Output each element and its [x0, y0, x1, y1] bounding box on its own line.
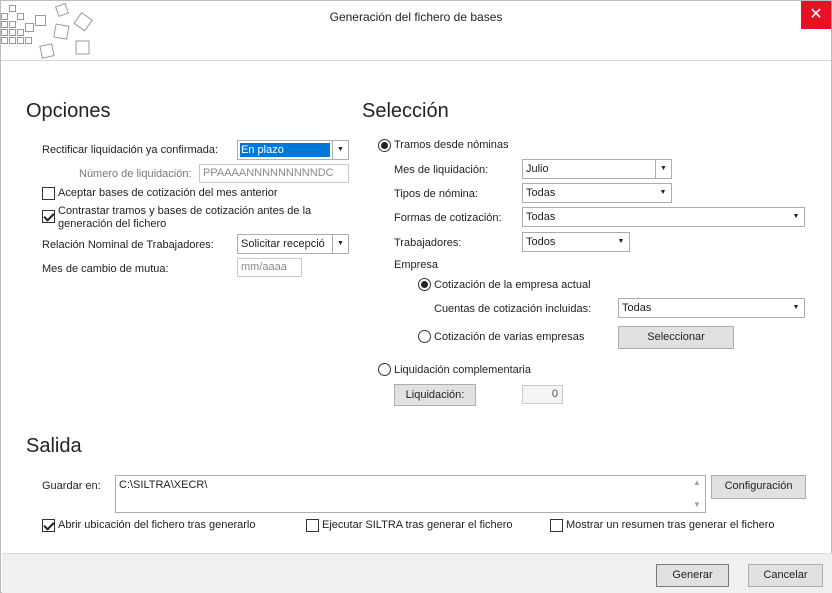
numero-liquidacion-placeholder: PPAAAANNNNNNNNNDC	[203, 167, 334, 179]
cotizacion-varias-label: Cotización de varias empresas	[434, 331, 585, 343]
chevron-down-icon: ▼	[659, 189, 667, 196]
seleccionar-button[interactable]: Seleccionar	[618, 326, 734, 349]
dialog-window: Generación del fichero de bases ✕ Opcion…	[0, 0, 832, 593]
opciones-heading: Opciones	[26, 100, 111, 122]
aceptar-bases-label: Aceptar bases de cotización del mes ante…	[58, 187, 278, 199]
complementaria-radio[interactable]	[378, 363, 391, 376]
guardar-en-label: Guardar en:	[42, 480, 101, 492]
mes-cambio-placeholder: mm/aaaa	[241, 261, 287, 273]
contrastar-label-line1: Contrastar tramos y bases de cotización …	[58, 205, 312, 217]
contrastar-label-line2: generación del fichero	[58, 218, 167, 230]
abrir-ubicacion-label: Abrir ubicación del fichero tras generar…	[58, 519, 256, 531]
numero-liquidacion-label: Número de liquidación:	[79, 168, 192, 180]
chevron-down-icon: ▼	[792, 213, 800, 220]
cancelar-button[interactable]: Cancelar	[748, 564, 823, 587]
cuentas-cotizacion-select[interactable]: Todas ▼	[618, 298, 805, 318]
liquidacion-button[interactable]: Liquidación:	[394, 384, 476, 406]
rectificar-select[interactable]: En plazo ▼	[237, 140, 349, 160]
cotizacion-actual-label: Cotización de la empresa actual	[434, 279, 591, 291]
cuentas-cotizacion-label: Cuentas de cotización incluidas:	[434, 303, 592, 315]
mes-cambio-mutua-input[interactable]: mm/aaaa	[237, 258, 302, 277]
cotizacion-actual-radio[interactable]	[418, 278, 431, 291]
formas-cotizacion-value: Todas	[526, 211, 556, 223]
rectificar-value: En plazo	[240, 143, 330, 157]
salida-heading: Salida	[26, 435, 82, 457]
liquidacion-number-input[interactable]: 0	[522, 385, 563, 404]
mes-cambio-mutua-label: Mes de cambio de mutua:	[42, 263, 169, 275]
cuentas-cotizacion-value: Todas	[622, 302, 652, 314]
tramos-radio[interactable]	[378, 139, 391, 152]
chevron-up-icon[interactable]: ▲	[689, 476, 705, 490]
dialog-footer: Generar Cancelar	[2, 553, 832, 593]
tipos-nomina-label: Tipos de nómina:	[394, 188, 478, 200]
relacion-nominal-label: Relación Nominal de Trabajadores:	[42, 239, 214, 251]
trabajadores-select[interactable]: Todos ▼	[522, 232, 630, 252]
window-title: Generación del fichero de bases	[329, 10, 503, 24]
mostrar-resumen-checkbox[interactable]	[550, 519, 563, 532]
chevron-down-icon: ▼	[332, 141, 348, 159]
chevron-down-icon: ▼	[332, 235, 348, 253]
mes-liquidacion-value: Julio	[526, 163, 549, 175]
numero-liquidacion-input[interactable]: PPAAAANNNNNNNNNDC	[199, 164, 349, 183]
tramos-label: Tramos desde nóminas	[394, 139, 509, 151]
close-icon: ✕	[809, 6, 823, 23]
mes-liquidacion-select[interactable]: Julio ▼	[522, 159, 672, 179]
chevron-down-icon: ▼	[792, 304, 800, 311]
title-bar: Generación del fichero de bases ✕	[1, 1, 831, 61]
formas-cotizacion-select[interactable]: Todas ▼	[522, 207, 805, 227]
generar-button[interactable]: Generar	[656, 564, 729, 587]
trabajadores-label: Trabajadores:	[394, 237, 462, 249]
complementaria-label: Liquidación complementaria	[394, 364, 531, 376]
chevron-down-icon[interactable]: ▼	[689, 498, 705, 512]
ejecutar-siltra-checkbox[interactable]	[306, 519, 319, 532]
chevron-down-icon: ▼	[617, 238, 625, 245]
seleccion-heading: Selección	[362, 100, 449, 122]
ejecutar-siltra-label: Ejecutar SILTRA tras generar el fichero	[322, 519, 513, 531]
configuracion-button[interactable]: Configuración	[711, 475, 806, 499]
rectificar-label: Rectificar liquidación ya confirmada:	[42, 144, 219, 156]
relacion-nominal-value: Solicitar recepció	[241, 238, 325, 250]
empresa-label: Empresa	[394, 259, 439, 271]
path-scrollbar[interactable]: ▲ ▼	[689, 476, 705, 512]
liquidacion-number-value: 0	[551, 388, 558, 400]
chevron-down-icon: ▼	[655, 160, 671, 178]
relacion-nominal-select[interactable]: Solicitar recepció ▼	[237, 234, 349, 254]
aceptar-bases-checkbox[interactable]	[42, 187, 55, 200]
trabajadores-value: Todos	[526, 236, 556, 248]
mostrar-resumen-label: Mostrar un resumen tras generar el fiche…	[566, 519, 775, 531]
close-button[interactable]: ✕	[801, 1, 831, 29]
tipos-nomina-value: Todas	[526, 187, 556, 199]
guardar-en-value: C:\SILTRA\XECR\	[119, 479, 208, 491]
abrir-ubicacion-checkbox[interactable]	[42, 519, 55, 532]
tipos-nomina-select[interactable]: Todas ▼	[522, 183, 672, 203]
contrastar-checkbox[interactable]	[42, 210, 55, 223]
mes-liquidacion-label: Mes de liquidación:	[394, 164, 489, 176]
guardar-en-input[interactable]: C:\SILTRA\XECR\ ▲ ▼	[115, 475, 706, 513]
cotizacion-varias-radio[interactable]	[418, 330, 431, 343]
formas-cotizacion-label: Formas de cotización:	[394, 212, 502, 224]
